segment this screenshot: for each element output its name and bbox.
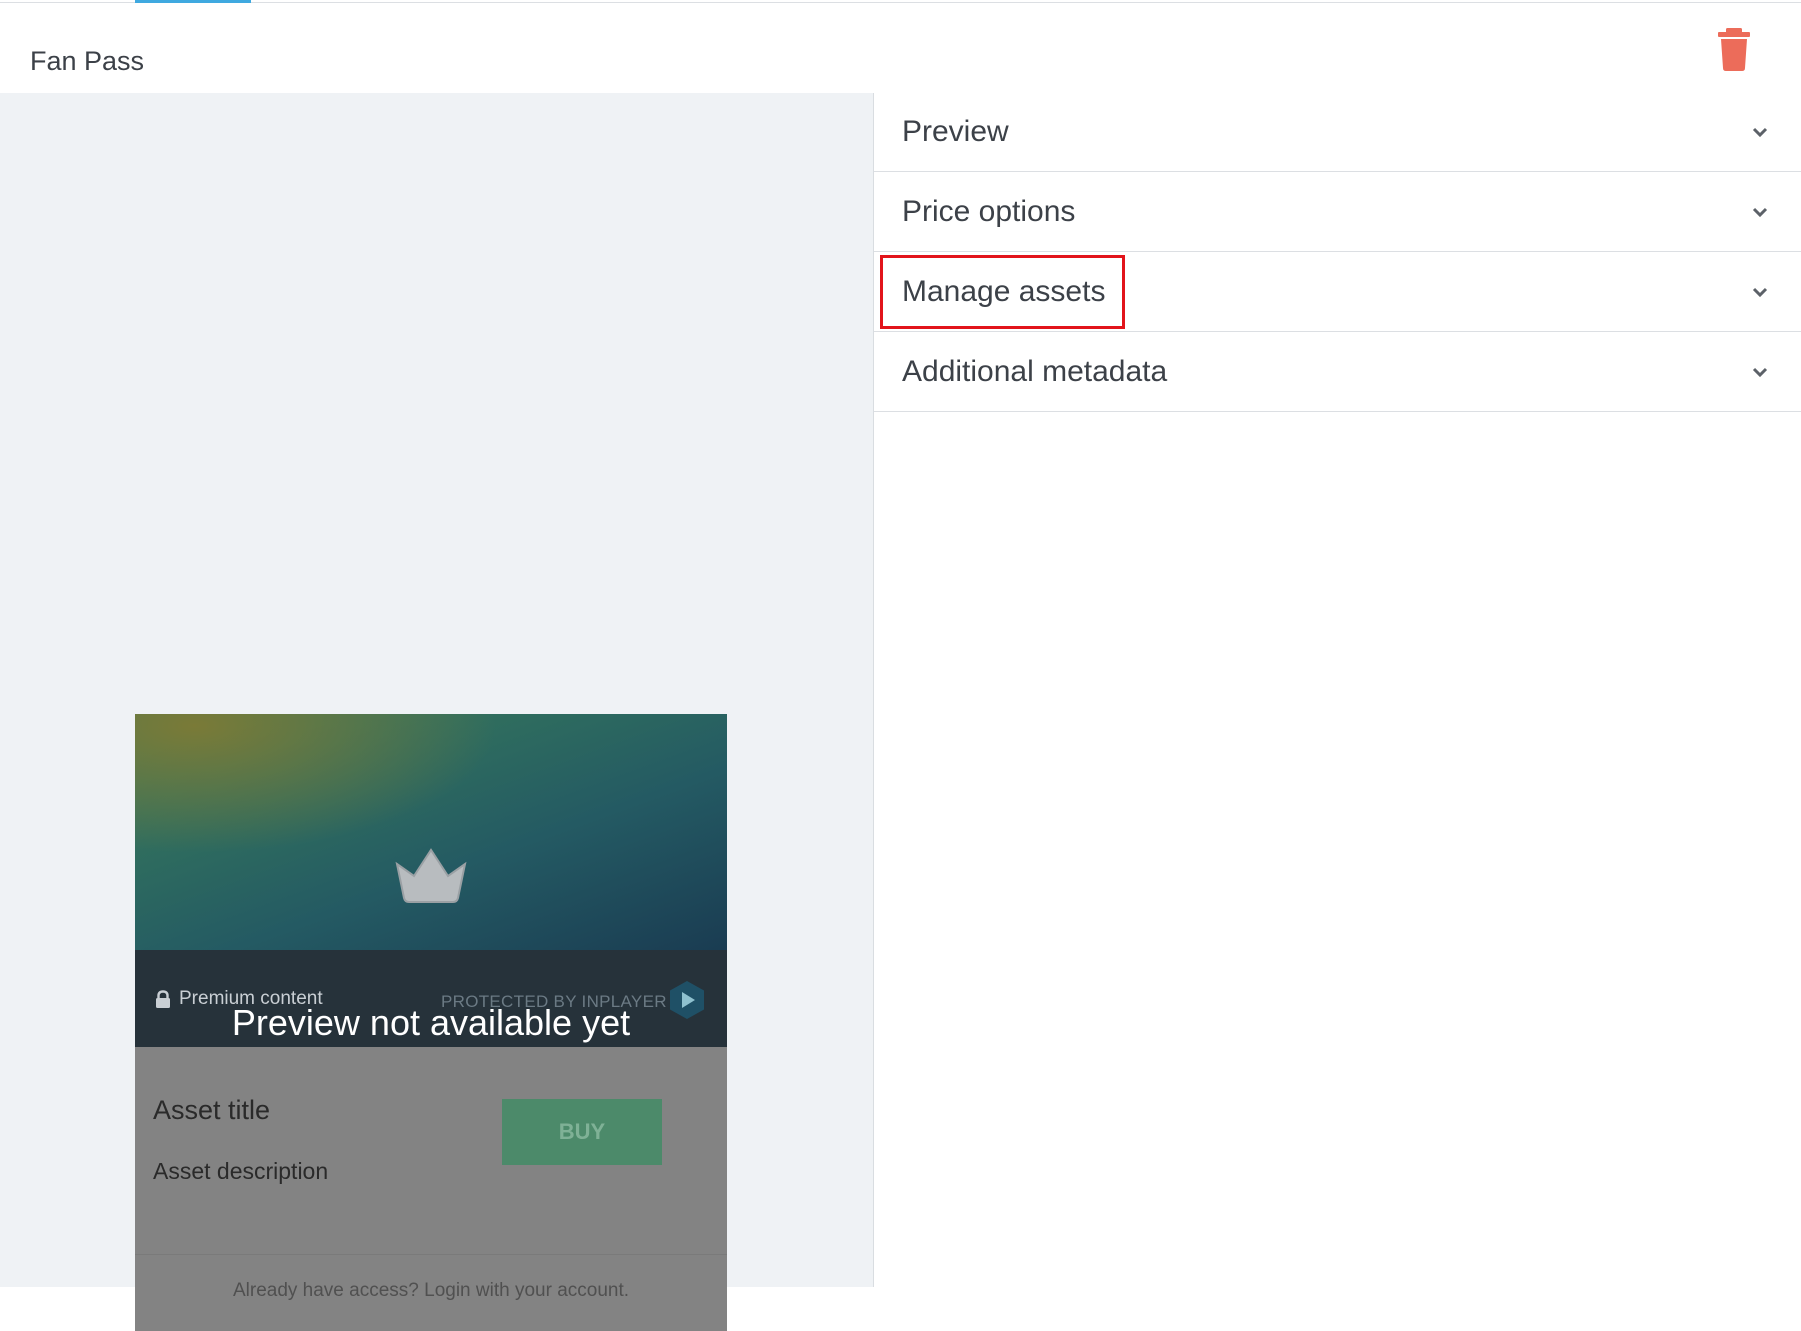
preview-card: Premium content PROTECTED BY INPLAYER Pr… — [135, 714, 727, 1331]
buy-button[interactable]: BUY — [502, 1099, 662, 1165]
chevron-down-icon — [1752, 367, 1768, 378]
accordion-additional-metadata[interactable]: Additional metadata — [874, 333, 1801, 412]
card-body: Asset title Asset description BUY Alread… — [135, 1047, 727, 1331]
asset-description: Asset description — [153, 1158, 329, 1184]
preview-unavailable-text: Preview not available yet — [231, 1002, 631, 1043]
accordion-label: Preview — [902, 115, 1009, 148]
crown-icon — [395, 848, 467, 903]
chevron-down-icon — [1752, 287, 1768, 298]
highlight-box — [880, 255, 1125, 329]
accordion-price-options[interactable]: Price options — [874, 173, 1801, 252]
trash-icon — [1718, 28, 1750, 71]
page-title: Fan Pass — [30, 46, 145, 76]
accordion-label: Additional metadata — [902, 355, 1168, 388]
chevron-down-icon — [1752, 207, 1768, 218]
delete-button[interactable] — [1710, 25, 1758, 73]
accordion-label: Price options — [902, 195, 1076, 228]
asset-title: Asset title — [153, 1095, 271, 1125]
page-header: Fan Pass — [0, 3, 1801, 93]
card-hero-image — [135, 714, 727, 950]
preview-pane: Premium content PROTECTED BY INPLAYER Pr… — [0, 93, 873, 1331]
chevron-down-icon — [1752, 127, 1768, 138]
accordion-preview[interactable]: Preview — [874, 93, 1801, 172]
card-info-bar: Premium content PROTECTED BY INPLAYER Pr… — [135, 950, 727, 1047]
login-link[interactable]: Already have access? Login with your acc… — [135, 1280, 727, 1302]
settings-pane: Preview Price options Manage assets Addi… — [874, 93, 1801, 1287]
card-divider — [135, 1254, 727, 1255]
